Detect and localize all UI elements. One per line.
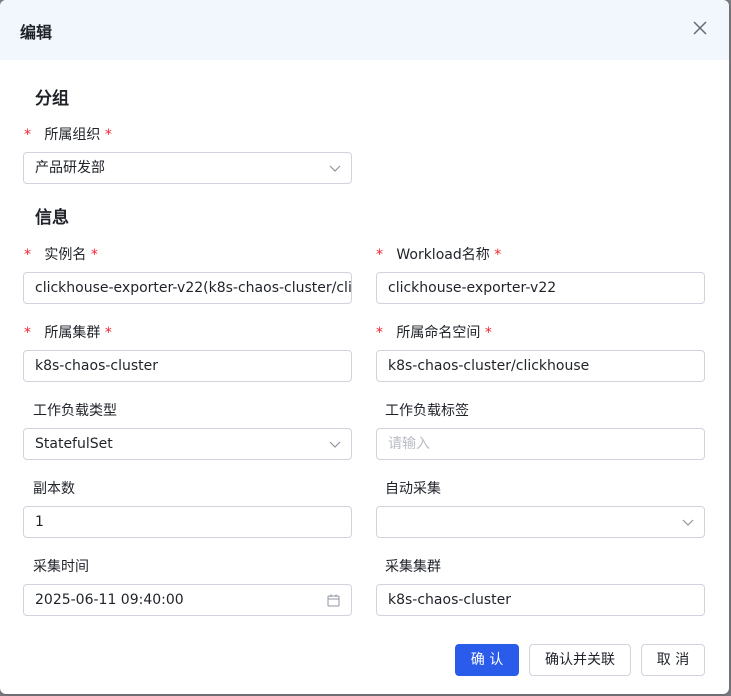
required-mark: * <box>484 325 492 341</box>
org-select-value: 产品研发部 <box>35 160 105 176</box>
section-title-group: 分组 <box>35 89 69 109</box>
cluster-label: * 所属集群 * <box>24 322 112 342</box>
instance-label-text: 实例名 <box>44 247 87 263</box>
workload-tag-placeholder: 请输入 <box>388 436 430 452</box>
instance-input-value: clickhouse-exporter-v22(k8s-chaos-cluste… <box>35 280 352 296</box>
required-mark: * <box>494 247 502 263</box>
confirm-button[interactable]: 确 认 <box>455 644 519 676</box>
required-mark: * <box>376 325 383 341</box>
collect-time-picker[interactable]: 2025-06-11 09:40:00 <box>23 584 352 616</box>
required-mark: * <box>24 325 31 341</box>
namespace-input-value: k8s-chaos-cluster/clickhouse <box>388 358 590 374</box>
replicas-input-value: 1 <box>35 514 44 530</box>
workload-tag-label: 工作负载标签 <box>385 403 469 419</box>
cluster-input[interactable]: k8s-chaos-cluster <box>23 350 352 382</box>
close-icon[interactable] <box>691 19 709 37</box>
required-mark: * <box>24 247 31 263</box>
required-mark: * <box>376 247 383 263</box>
workload-type-label: 工作负载类型 <box>33 403 117 419</box>
instance-input[interactable]: clickhouse-exporter-v22(k8s-chaos-cluste… <box>23 272 352 304</box>
cancel-button[interactable]: 取 消 <box>641 644 705 676</box>
workload-tag-input[interactable]: 请输入 <box>376 428 705 460</box>
required-mark: * <box>24 127 31 143</box>
collect-cluster-label: 采集集群 <box>385 559 441 575</box>
replicas-input[interactable]: 1 <box>23 506 352 538</box>
section-title-info: 信息 <box>35 208 69 228</box>
cluster-label-text: 所属集群 <box>44 325 101 341</box>
org-label-text: 所属组织 <box>44 127 101 143</box>
required-mark: * <box>104 127 112 143</box>
auto-collect-select[interactable] <box>376 506 705 538</box>
edit-dialog: 编辑 分组 * 所属组织 * 产品研发部 信息 * 实例名 * clickhou… <box>0 0 729 694</box>
dialog-header: 编辑 <box>0 0 729 60</box>
cluster-input-value: k8s-chaos-cluster <box>35 358 159 374</box>
namespace-label: * 所属命名空间 * <box>376 322 492 342</box>
dialog-title: 编辑 <box>20 23 53 42</box>
workload-type-value: StatefulSet <box>35 436 113 452</box>
instance-label: * 实例名 * <box>24 244 98 264</box>
collect-cluster-input[interactable]: k8s-chaos-cluster <box>376 584 705 616</box>
workload-input[interactable]: clickhouse-exporter-v22 <box>376 272 705 304</box>
required-mark: * <box>90 247 98 263</box>
chevron-down-icon <box>682 519 694 526</box>
org-select[interactable]: 产品研发部 <box>23 152 352 184</box>
collect-time-value: 2025-06-11 09:40:00 <box>35 592 184 608</box>
collect-time-label: 采集时间 <box>33 559 89 575</box>
auto-collect-label: 自动采集 <box>385 481 441 497</box>
namespace-input[interactable]: k8s-chaos-cluster/clickhouse <box>376 350 705 382</box>
chevron-down-icon <box>329 441 341 448</box>
calendar-icon <box>327 594 340 607</box>
required-mark: * <box>104 325 112 341</box>
confirm-and-link-button[interactable]: 确认并关联 <box>529 644 631 676</box>
workload-input-value: clickhouse-exporter-v22 <box>388 280 557 296</box>
namespace-label-text: 所属命名空间 <box>396 325 481 341</box>
workload-label-text: Workload名称 <box>396 247 490 263</box>
chevron-down-icon <box>329 165 341 172</box>
collect-cluster-value: k8s-chaos-cluster <box>388 592 512 608</box>
org-label: * 所属组织 * <box>24 124 112 144</box>
workload-type-select[interactable]: StatefulSet <box>23 428 352 460</box>
replicas-label: 副本数 <box>33 481 75 497</box>
workload-label: * Workload名称 * <box>376 244 501 264</box>
